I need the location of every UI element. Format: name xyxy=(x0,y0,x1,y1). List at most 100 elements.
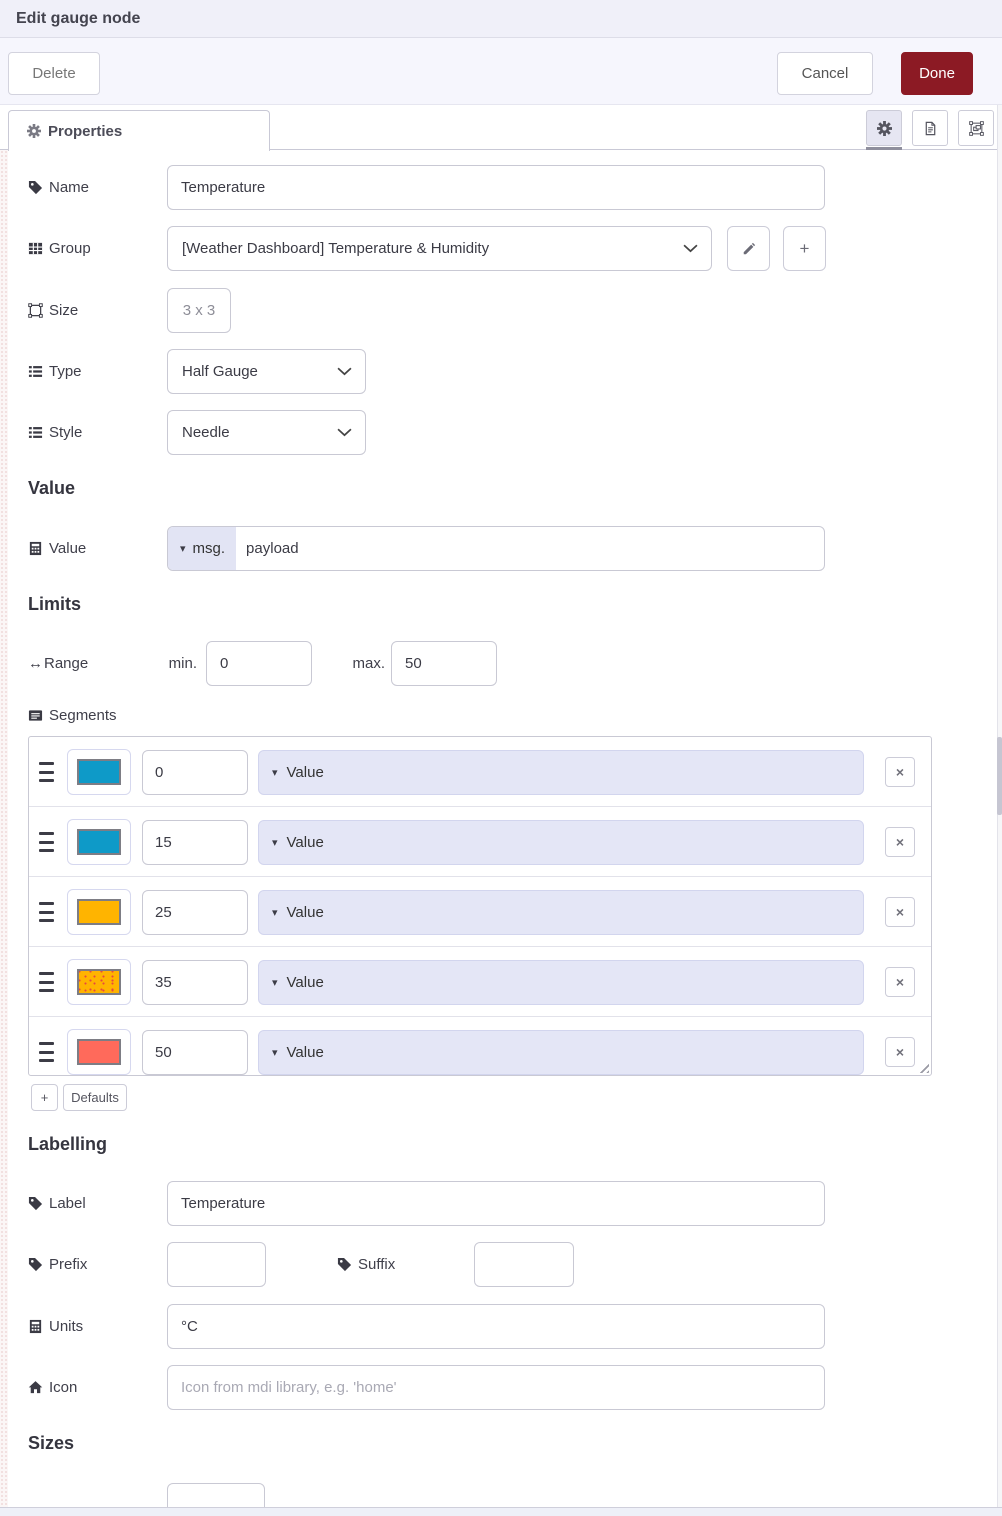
properties-panel-button[interactable] xyxy=(866,110,902,146)
segment-color-button[interactable] xyxy=(67,889,131,935)
type-select[interactable]: Half Gauge xyxy=(167,349,366,394)
style-label: Style xyxy=(28,410,82,455)
appearance-panel-button[interactable] xyxy=(958,110,994,146)
value-property-type: msg. xyxy=(192,540,226,557)
segment-value-input[interactable] xyxy=(142,890,248,935)
label-input[interactable] xyxy=(167,1181,825,1226)
group-select[interactable]: [Weather Dashboard] Temperature & Humidi… xyxy=(167,226,712,271)
segment-value-input[interactable] xyxy=(142,960,248,1005)
segment-type-dropdown[interactable]: ▾ Value xyxy=(258,960,864,1005)
add-segment-button[interactable]: + xyxy=(31,1084,58,1111)
value-typed-input[interactable]: ▾ msg. payload xyxy=(167,526,825,571)
tab-properties[interactable]: Properties xyxy=(8,110,270,151)
segment-color-button[interactable] xyxy=(67,749,131,795)
value-property-value[interactable]: payload xyxy=(236,527,299,570)
segment-type-dropdown[interactable]: ▾ Value xyxy=(258,820,864,865)
segment-type-dropdown[interactable]: ▾ Value xyxy=(258,750,864,795)
home-icon xyxy=(28,1381,43,1394)
caret-down-icon: ▾ xyxy=(272,1047,278,1059)
tag-icon xyxy=(337,1257,352,1272)
name-input[interactable] xyxy=(167,165,825,210)
style-select[interactable]: Needle xyxy=(167,410,366,455)
remove-segment-button[interactable]: × xyxy=(885,757,915,787)
plus-icon: + xyxy=(799,238,810,258)
segment-value-input[interactable] xyxy=(142,1030,248,1075)
name-label: Name xyxy=(28,165,89,210)
calculator-icon xyxy=(29,1319,42,1334)
scrollbar-thumb[interactable] xyxy=(997,737,1002,815)
segment-color-button[interactable] xyxy=(67,959,131,1005)
size-label: Size xyxy=(28,288,78,333)
segment-type-dropdown[interactable]: ▾ Value xyxy=(258,1030,864,1075)
remove-segment-button[interactable]: × xyxy=(885,967,915,997)
size-button[interactable]: 3 x 3 xyxy=(167,288,231,333)
value-row: Value ▾ msg. payload xyxy=(0,526,1002,571)
type-select-value: Half Gauge xyxy=(182,363,258,380)
label-label: Label xyxy=(28,1181,86,1226)
prefix-label: Prefix xyxy=(28,1242,87,1287)
remove-segment-button[interactable]: × xyxy=(885,1037,915,1067)
range-min-input[interactable] xyxy=(206,641,312,686)
icon-row: Icon xyxy=(0,1365,1002,1410)
defaults-button[interactable]: Defaults xyxy=(63,1084,127,1111)
gear-icon xyxy=(876,120,892,136)
suffix-label: Suffix xyxy=(337,1242,395,1287)
close-icon: × xyxy=(895,904,905,920)
group-select-value: [Weather Dashboard] Temperature & Humidi… xyxy=(182,240,490,257)
suffix-input[interactable] xyxy=(474,1242,574,1287)
delete-button[interactable]: Delete xyxy=(8,52,100,95)
cancel-button[interactable]: Cancel xyxy=(777,52,873,95)
segment-color-swatch-inner xyxy=(77,759,121,785)
plus-icon: + xyxy=(40,1090,49,1105)
segment-row: ▾ Value × xyxy=(29,1017,931,1075)
segment-color-button[interactable] xyxy=(67,819,131,865)
segment-color-button[interactable] xyxy=(67,1029,131,1075)
dialog-toolbar: Delete Cancel Done xyxy=(0,38,1002,105)
caret-down-icon: ▾ xyxy=(180,543,186,555)
segment-type-label: Value xyxy=(286,1044,324,1061)
limits-section-heading: Limits xyxy=(28,594,82,614)
dialog-title: Edit gauge node xyxy=(16,9,141,27)
units-input[interactable] xyxy=(167,1304,825,1349)
drag-handle-icon[interactable] xyxy=(39,832,54,852)
icon-label: Icon xyxy=(28,1365,77,1410)
tab-bar: Properties xyxy=(0,105,1002,151)
value-section-heading: Value xyxy=(28,478,76,498)
chevron-down-icon xyxy=(337,367,352,376)
pencil-icon xyxy=(743,242,755,254)
remove-segment-button[interactable]: × xyxy=(885,897,915,927)
drag-handle-icon[interactable] xyxy=(39,1042,54,1062)
segment-type-label: Value xyxy=(286,974,324,991)
segment-value-input[interactable] xyxy=(142,820,248,865)
value-label: Value xyxy=(28,526,86,571)
size-frame-icon xyxy=(28,303,43,318)
segment-type-dropdown[interactable]: ▾ Value xyxy=(258,890,864,935)
table-icon xyxy=(28,242,43,255)
add-group-button[interactable]: + xyxy=(783,226,826,271)
caret-down-icon: ▾ xyxy=(272,767,278,779)
segment-value-input[interactable] xyxy=(142,750,248,795)
done-button[interactable]: Done xyxy=(901,52,973,95)
remove-segment-button[interactable]: × xyxy=(885,827,915,857)
segments-label: Segments xyxy=(28,703,117,727)
caret-down-icon: ▾ xyxy=(272,837,278,849)
icon-input[interactable] xyxy=(167,1365,825,1410)
prefix-input[interactable] xyxy=(167,1242,266,1287)
segment-row: ▾ Value × xyxy=(29,877,931,947)
max-label: max. xyxy=(352,655,385,672)
close-icon: × xyxy=(895,974,905,990)
segment-color-swatch-inner xyxy=(77,899,121,925)
tag-icon xyxy=(28,1196,43,1211)
range-max-input[interactable] xyxy=(391,641,497,686)
range-label: ↔ Range xyxy=(28,655,89,672)
segment-color-swatch-inner xyxy=(77,829,121,855)
list-icon xyxy=(28,366,43,377)
drag-handle-icon[interactable] xyxy=(39,972,54,992)
value-property-type-chip[interactable]: ▾ msg. xyxy=(168,527,237,570)
drag-handle-icon[interactable] xyxy=(39,762,54,782)
segment-type-label: Value xyxy=(286,764,324,781)
edit-group-button[interactable] xyxy=(727,226,770,271)
drag-handle-icon[interactable] xyxy=(39,902,54,922)
active-tab-underline xyxy=(866,147,902,150)
description-panel-button[interactable] xyxy=(912,110,948,146)
